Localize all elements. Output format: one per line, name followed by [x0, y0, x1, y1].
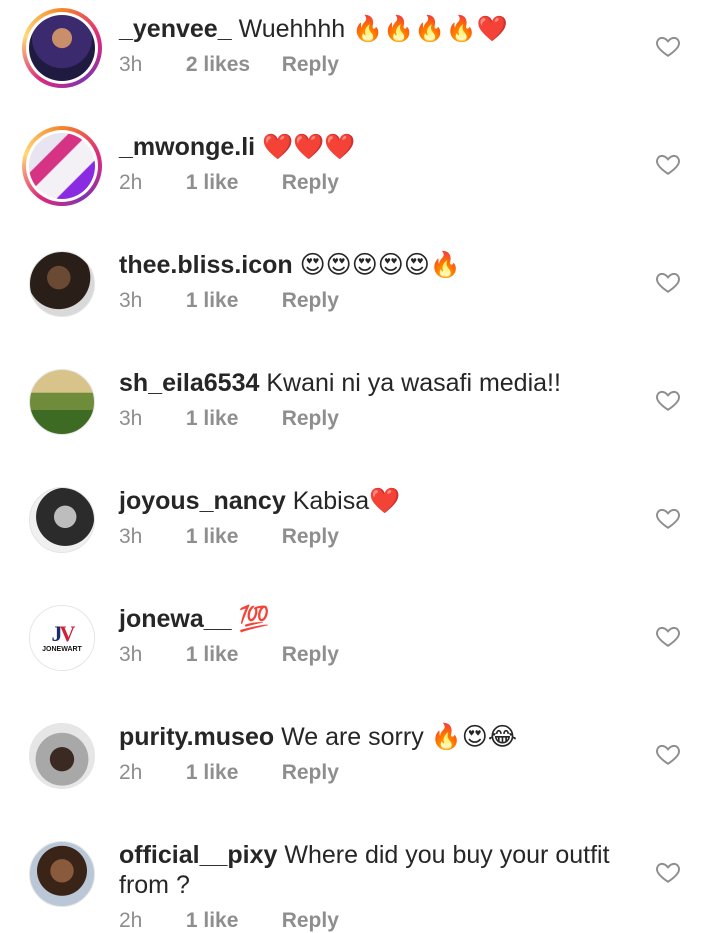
comment-time: 3h [119, 289, 143, 312]
reply-button[interactable]: Reply [282, 289, 339, 313]
comment-emoji: 💯 [238, 604, 270, 633]
comment-likes[interactable]: 1 like [186, 407, 276, 431]
comment-time: 2h [119, 761, 143, 784]
comment-emoji: 🔥🔥🔥🔥❤️ [352, 14, 508, 43]
comment-text: purity.museo We are sorry 🔥😍😂 [119, 722, 640, 752]
comment-time: 3h [119, 643, 143, 666]
comment-time: 3h [119, 525, 143, 548]
comment-text: _mwonge.li ❤️❤️❤️ [119, 132, 640, 162]
avatar[interactable]: JV JONEWART [22, 598, 102, 678]
comment-emoji: ❤️ [369, 486, 401, 515]
comment-username[interactable]: official__pixy [119, 841, 277, 869]
reply-button[interactable]: Reply [282, 53, 339, 77]
like-heart-icon[interactable] [655, 269, 681, 295]
comment-likes[interactable]: 1 like [186, 761, 276, 785]
comment-time: 3h [119, 53, 143, 76]
comment-body: We are sorry [281, 723, 424, 751]
comment-emoji: 🔥😍😂 [430, 722, 518, 751]
comment-likes[interactable]: 1 like [186, 289, 276, 313]
comment-text: official__pixy Where did you buy your ou… [119, 840, 640, 900]
comment-time: 3h [119, 407, 143, 430]
reply-button[interactable]: Reply [282, 643, 339, 667]
comment-time: 2h [119, 909, 143, 932]
jonewart-logo: JV JONEWART [30, 606, 94, 670]
like-heart-icon[interactable] [655, 33, 681, 59]
comment-text: joyous_nancy Kabisa❤️ [119, 486, 640, 516]
avatar[interactable] [22, 834, 102, 914]
comment-likes[interactable]: 1 like [186, 171, 276, 195]
reply-button[interactable]: Reply [282, 761, 339, 785]
avatar[interactable] [22, 126, 102, 206]
comment-time: 2h [119, 171, 143, 194]
like-heart-icon[interactable] [655, 151, 681, 177]
comment-username[interactable]: thee.bliss.icon [119, 251, 293, 279]
avatar[interactable] [22, 480, 102, 560]
like-heart-icon[interactable] [655, 859, 681, 885]
comment-body: Kabisa [292, 487, 370, 515]
avatar[interactable] [22, 716, 102, 796]
comment-likes[interactable]: 1 like [186, 909, 276, 933]
comment-likes[interactable]: 2 likes [186, 53, 276, 77]
comment-username[interactable]: joyous_nancy [119, 487, 286, 515]
comment-body: Wuehhhh [238, 15, 346, 43]
comment-text: jonewa__ 💯 [119, 604, 640, 634]
comment-username[interactable]: jonewa__ [119, 605, 232, 633]
avatar[interactable] [22, 362, 102, 442]
comment-username[interactable]: purity.museo [119, 723, 274, 751]
comment-username[interactable]: sh_eila6534 [119, 369, 259, 397]
comment-username[interactable]: _mwonge.li [119, 133, 255, 161]
reply-button[interactable]: Reply [282, 525, 339, 549]
comment-likes[interactable]: 1 like [186, 643, 276, 667]
reply-button[interactable]: Reply [282, 171, 339, 195]
comment-text: thee.bliss.icon 😍😍😍😍😍🔥 [119, 250, 640, 280]
like-heart-icon[interactable] [655, 505, 681, 531]
avatar[interactable] [22, 8, 102, 88]
comment-text: sh_eila6534 Kwani ni ya wasafi media!! [119, 368, 640, 398]
like-heart-icon[interactable] [655, 623, 681, 649]
comment-emoji: 😍😍😍😍😍🔥 [299, 250, 462, 279]
reply-button[interactable]: Reply [282, 407, 339, 431]
comment-username[interactable]: _yenvee_ [119, 15, 232, 43]
like-heart-icon[interactable] [655, 387, 681, 413]
reply-button[interactable]: Reply [282, 909, 339, 933]
comment-likes[interactable]: 1 like [186, 525, 276, 549]
comment-body: Kwani ni ya wasafi media!! [266, 369, 561, 397]
like-heart-icon[interactable] [655, 741, 681, 767]
comment-text: _yenvee_ Wuehhhh 🔥🔥🔥🔥❤️ [119, 14, 640, 44]
avatar[interactable] [22, 244, 102, 324]
comment-emoji: ❤️❤️❤️ [262, 132, 356, 161]
